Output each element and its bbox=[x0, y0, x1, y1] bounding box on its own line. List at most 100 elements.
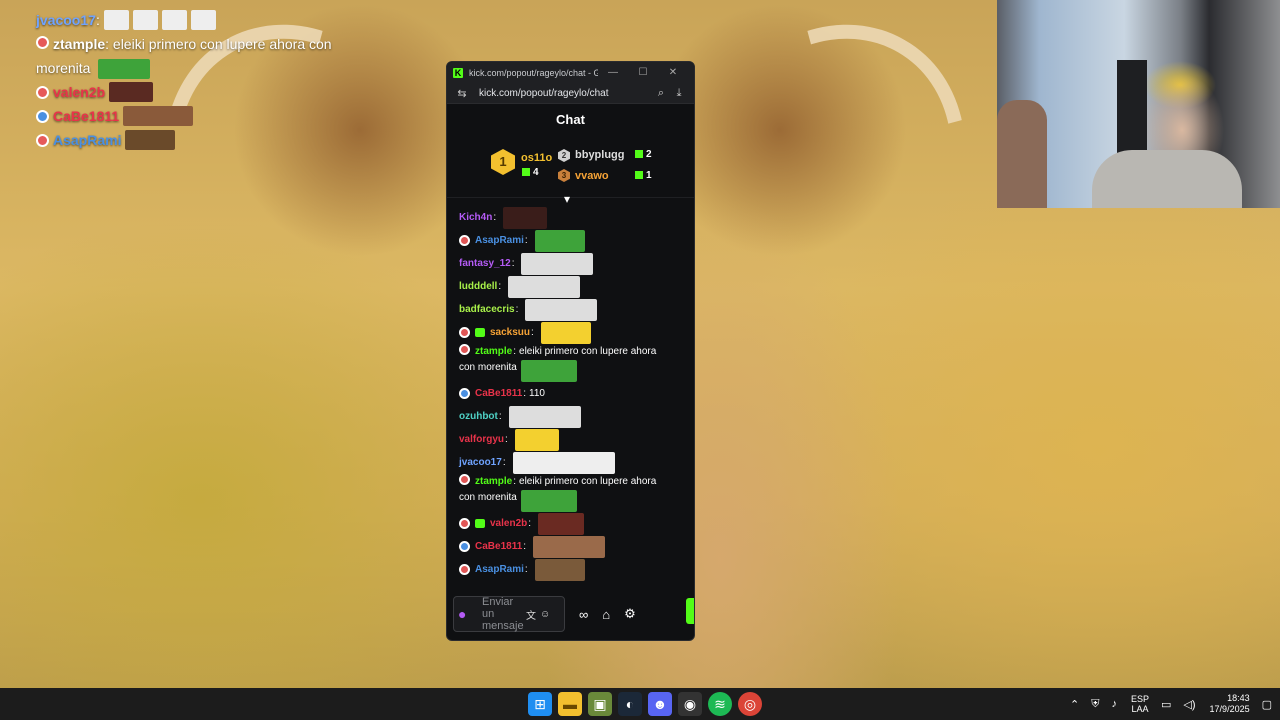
overlay-message: ztample: eleiki primero con lupere ahora… bbox=[36, 32, 366, 80]
chat-message[interactable]: ludddell: bbox=[459, 275, 682, 298]
chat-username[interactable]: ozuhbot bbox=[459, 409, 498, 424]
microphone-icon[interactable]: ● bbox=[458, 606, 472, 622]
chat-message[interactable]: Kich4n: bbox=[459, 206, 682, 229]
chevron-up-icon[interactable]: ⌃ bbox=[1070, 698, 1079, 711]
chat-username[interactable]: badfacecris bbox=[459, 302, 515, 317]
chat-username[interactable]: jvacoo17 bbox=[459, 455, 502, 470]
rank-3-badge: 3 bbox=[558, 169, 570, 182]
chat-message[interactable]: fantasy_12: bbox=[459, 252, 682, 275]
chat-message[interactable]: AsapRami: bbox=[459, 229, 682, 252]
translate-icon[interactable]: 文 bbox=[526, 607, 536, 622]
rank-2-badge: 2 bbox=[558, 149, 570, 162]
obs-studio-icon[interactable]: ◉ bbox=[678, 692, 702, 716]
badge-icon bbox=[36, 36, 49, 49]
network-icon[interactable]: ▭ bbox=[1161, 698, 1171, 711]
site-settings-icon[interactable]: ⇆ bbox=[453, 87, 471, 100]
emote-image bbox=[161, 10, 187, 30]
leader-2-count: 2 bbox=[635, 149, 652, 160]
emote-image bbox=[132, 10, 158, 30]
windows-start-icon[interactable]: ⊞ bbox=[528, 692, 552, 716]
overlay-username: valen2b bbox=[53, 84, 106, 100]
zoom-icon[interactable]: ⌕ bbox=[652, 87, 670, 100]
defender-shield-icon[interactable]: ⛨ bbox=[1091, 698, 1099, 711]
message-input[interactable]: ● Enviar un mensaje 文 ☺ bbox=[453, 596, 565, 632]
discord-icon[interactable]: ☻ bbox=[648, 692, 672, 716]
chat-username[interactable]: sacksuu bbox=[490, 325, 530, 340]
chat-username[interactable]: ztample bbox=[475, 474, 512, 489]
emote-image bbox=[521, 252, 594, 275]
chat-username[interactable]: Kich4n bbox=[459, 210, 492, 225]
chat-username[interactable]: AsapRami bbox=[475, 562, 524, 577]
chat-message[interactable]: CaBe1811: bbox=[459, 535, 682, 558]
chat-username[interactable]: CaBe1811 bbox=[475, 539, 522, 554]
chat-username[interactable]: fantasy_12 bbox=[459, 256, 511, 271]
minimize-icon[interactable]: — bbox=[598, 67, 628, 78]
chat-username[interactable]: AsapRami bbox=[475, 233, 524, 248]
chat-username[interactable]: valen2b bbox=[490, 516, 527, 531]
input-language[interactable]: ESP LAA bbox=[1131, 694, 1149, 714]
maximize-icon[interactable]: ☐ bbox=[628, 67, 658, 78]
chat-message[interactable]: CaBe1811:110 bbox=[459, 382, 682, 405]
leader-1-count: 4 bbox=[522, 167, 539, 178]
chat-message[interactable]: valforgyu: bbox=[459, 428, 682, 451]
leader-2-name[interactable]: bbyplugg bbox=[575, 149, 625, 161]
badge-icon bbox=[459, 388, 470, 399]
message-placeholder: Enviar un mensaje bbox=[482, 596, 524, 632]
overlay-message: jvacoo17: bbox=[36, 8, 366, 32]
emote-image bbox=[508, 405, 581, 428]
streamer-shirt bbox=[1092, 150, 1242, 208]
emote-image bbox=[514, 428, 559, 451]
chat-message[interactable]: ztample: eleiki primero con lupere ahora c… bbox=[459, 474, 682, 512]
emoji-icon[interactable]: ☺ bbox=[540, 609, 550, 620]
url-text[interactable]: kick.com/popout/rageylo/chat bbox=[479, 88, 652, 99]
chat-message-list[interactable]: Kich4n: AsapRami: fantasy_12: ludddell: badf… bbox=[447, 198, 694, 581]
expand-chevron-icon[interactable]: ▾ bbox=[564, 192, 570, 206]
steam-icon[interactable]: ◐ bbox=[618, 692, 642, 716]
volume-icon[interactable]: ◁) bbox=[1183, 698, 1195, 711]
window-titlebar[interactable]: K kick.com/popout/rageylo/chat - Goog...… bbox=[447, 62, 694, 83]
send-button[interactable] bbox=[686, 598, 694, 624]
webcam-overlay bbox=[997, 0, 1280, 208]
chat-message[interactable]: jvacoo17: bbox=[459, 451, 682, 474]
points-icon[interactable]: ∞ bbox=[579, 607, 588, 622]
chat-message[interactable]: sacksuu: bbox=[459, 321, 682, 344]
chat-username[interactable]: ludddell bbox=[459, 279, 497, 294]
chat-username[interactable]: ztample bbox=[475, 344, 512, 359]
file-explorer-icon[interactable]: ▬ bbox=[558, 692, 582, 716]
settings-gear-icon[interactable]: ⚙ bbox=[624, 606, 636, 622]
system-tray: ⌃ ⛨ ♪ ESP LAA ▭ ◁) 18:43 17/9/2025 ▢ bbox=[1058, 688, 1272, 720]
obs-app-icon[interactable]: ▣ bbox=[588, 692, 612, 716]
message-text: 110 bbox=[529, 388, 545, 399]
download-icon[interactable]: ⤓ bbox=[670, 87, 688, 100]
badge-icon bbox=[36, 133, 49, 147]
chat-message[interactable]: badfacecris: bbox=[459, 298, 682, 321]
overlay-message: valen2b bbox=[36, 80, 366, 104]
chat-message[interactable]: ztample: eleiki primero con lupere ahora c… bbox=[459, 344, 682, 382]
emote-image bbox=[109, 82, 154, 102]
chat-username[interactable]: CaBe1811 bbox=[475, 386, 522, 401]
overlay-text: morenita bbox=[36, 60, 91, 76]
system-clock[interactable]: 18:43 17/9/2025 bbox=[1210, 693, 1250, 715]
store-icon[interactable]: ⌂ bbox=[602, 607, 610, 622]
notification-icon[interactable]: ▢ bbox=[1262, 698, 1272, 711]
emote-image bbox=[520, 359, 577, 382]
chat-input-bar: ● Enviar un mensaje 文 ☺ ∞ ⌂ ⚙ bbox=[447, 588, 694, 640]
chat-username[interactable]: valforgyu bbox=[459, 432, 504, 447]
overlay-username: CaBe1811 bbox=[53, 108, 120, 124]
leader-3-name[interactable]: vvawo bbox=[575, 170, 609, 182]
chat-message[interactable]: AsapRami: bbox=[459, 558, 682, 581]
microphone-tray-icon[interactable]: ♪ bbox=[1112, 698, 1118, 710]
address-bar[interactable]: ⇆ kick.com/popout/rageylo/chat ⌕ ⤓ bbox=[447, 83, 694, 104]
chrome-icon[interactable]: ◎ bbox=[738, 692, 762, 716]
chat-message[interactable]: valen2b: bbox=[459, 512, 682, 535]
spotify-icon[interactable]: ≋ bbox=[708, 692, 732, 716]
leader-1-name[interactable]: os11o bbox=[521, 152, 552, 164]
badge-icon bbox=[459, 327, 470, 338]
chat-message[interactable]: ozuhbot: bbox=[459, 405, 682, 428]
badge-icon bbox=[36, 109, 49, 123]
overlay-message: CaBe1811 bbox=[36, 104, 366, 128]
close-icon[interactable]: ✕ bbox=[658, 67, 688, 78]
overlay-username: ztample bbox=[53, 36, 106, 52]
emote-image bbox=[533, 535, 606, 558]
emote-image bbox=[520, 489, 577, 512]
